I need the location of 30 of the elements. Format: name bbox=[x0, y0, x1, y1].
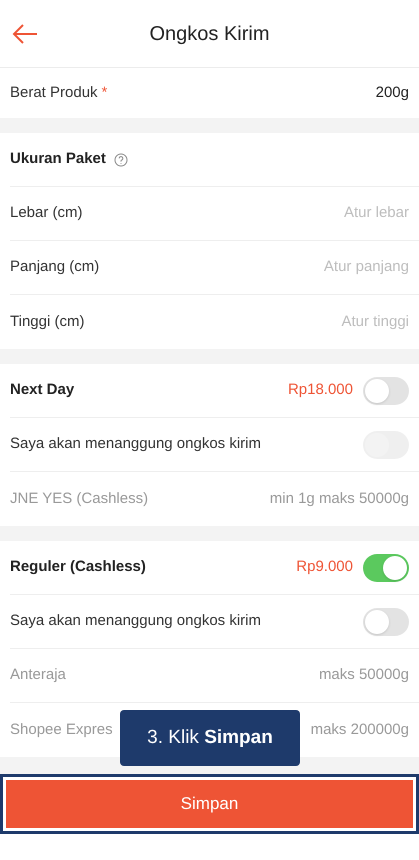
section-title: Ukuran Paket bbox=[10, 149, 106, 170]
back-arrow-icon[interactable] bbox=[12, 24, 38, 44]
input-field[interactable]: Atur tinggi bbox=[259, 310, 409, 334]
service-name: Next Day bbox=[10, 380, 74, 400]
page-title: Ongkos Kirim bbox=[149, 22, 270, 46]
option-label: Saya akan menanggung ongkos kirim bbox=[10, 611, 261, 632]
field-label: Lebar (cm) bbox=[10, 203, 83, 224]
field-label: Panjang (cm) bbox=[10, 257, 100, 278]
courier-name: JNE YES (Cashless) bbox=[10, 488, 148, 509]
option-label: Saya akan menanggung ongkos kirim bbox=[10, 434, 261, 454]
help-icon[interactable] bbox=[114, 152, 128, 166]
tooltip: 3. Klik Simpan bbox=[120, 710, 300, 766]
weight-limit: maks 50000g bbox=[318, 665, 409, 686]
input-field[interactable]: Atur lebar bbox=[259, 202, 409, 225]
courier-name: Anteraja bbox=[10, 665, 66, 686]
toggle-switch[interactable] bbox=[363, 608, 409, 636]
toggle-switch[interactable] bbox=[363, 376, 409, 404]
toggle-switch[interactable] bbox=[363, 554, 409, 582]
field-label: Tinggi (cm) bbox=[10, 312, 84, 332]
weight-label: Berat Produk bbox=[10, 82, 98, 103]
courier-name: Shopee Expres bbox=[10, 720, 113, 740]
service-name: Reguler (Cashless) bbox=[10, 557, 146, 578]
input-field[interactable]: Atur panjang bbox=[259, 256, 409, 279]
price: Rp18.000 bbox=[288, 380, 353, 400]
save-button[interactable]: Simpan bbox=[6, 780, 413, 828]
price: Rp9.000 bbox=[296, 557, 353, 578]
weight-limit: min 1g maks 50000g bbox=[270, 488, 409, 509]
weight-limit: maks 200000g bbox=[310, 720, 409, 740]
weight-value: 200g bbox=[376, 82, 409, 103]
required-mark: * bbox=[102, 82, 108, 103]
